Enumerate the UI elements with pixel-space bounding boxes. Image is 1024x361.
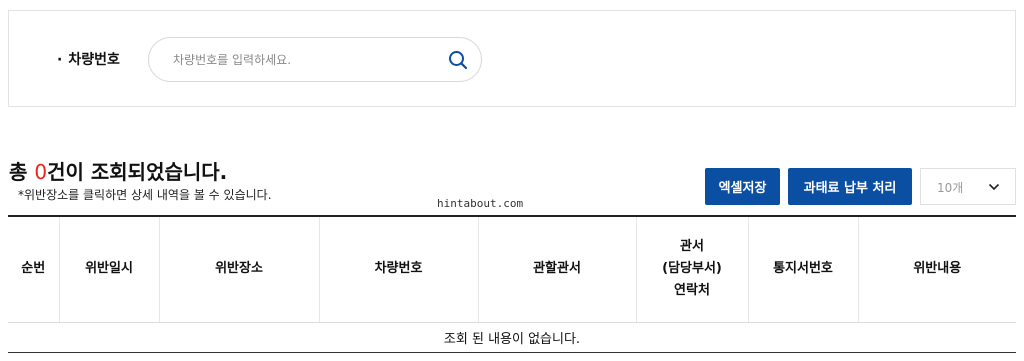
column-header-notice-no: 통지서번호 — [748, 215, 859, 323]
column-header-location: 위반장소 — [159, 215, 320, 323]
chevron-down-icon — [988, 183, 1000, 191]
result-suffix: 건이 조회되었습니다. — [47, 160, 228, 184]
search-label-text: 차량번호 — [68, 52, 120, 68]
search-label-bullet: · — [57, 52, 63, 68]
result-prefix: 총 — [9, 160, 35, 184]
column-header-seq: 순번 — [8, 215, 60, 323]
violation-table: 순번 위반일시 위반장소 차량번호 관할관서 관서 (담당부서) 연락처 통지서… — [8, 215, 1016, 353]
search-box — [148, 37, 482, 82]
table-header-row: 순번 위반일시 위반장소 차량번호 관할관서 관서 (담당부서) 연락처 통지서… — [8, 215, 1016, 323]
column-header-contact: 관서 (담당부서) 연락처 — [636, 215, 749, 323]
page-size-select[interactable]: 10개 — [920, 168, 1016, 205]
search-input[interactable] — [173, 38, 443, 81]
excel-save-button[interactable]: 엑셀저장 — [705, 168, 780, 205]
empty-message: 조회 된 내용이 없습니다. — [8, 322, 1016, 353]
column-header-office: 관할관서 — [478, 215, 637, 323]
table-row: 조회 된 내용이 없습니다. — [8, 322, 1016, 353]
search-label: · 차량번호 — [57, 49, 120, 69]
search-panel: · 차량번호 — [8, 10, 1016, 107]
result-count: 0 — [34, 160, 48, 184]
column-header-plate: 차량번호 — [319, 215, 479, 323]
location-click-notice: *위반장소를 클릭하면 상세 내역을 볼 수 있습니다. — [18, 188, 272, 202]
search-icon — [449, 51, 468, 70]
column-header-violation: 위반내용 — [858, 215, 1016, 323]
column-header-datetime: 위반일시 — [59, 215, 160, 323]
result-count-title: 총 0건이 조회되었습니다. — [9, 156, 227, 185]
page-size-value: 10개 — [937, 181, 964, 195]
fine-payment-button[interactable]: 과태료 납부 처리 — [788, 168, 912, 205]
watermark-text: hintabout.com — [437, 197, 524, 210]
search-button[interactable] — [447, 49, 469, 71]
